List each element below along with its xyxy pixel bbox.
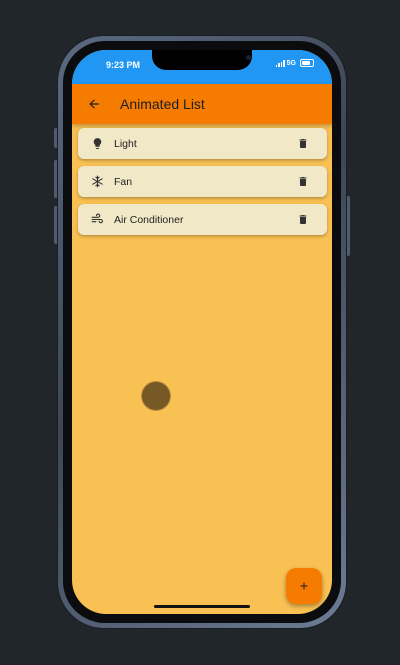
snowflake-icon xyxy=(89,174,105,190)
plus-icon xyxy=(300,582,308,590)
list-item-fan[interactable]: Fan xyxy=(78,166,327,197)
network-label: 5G xyxy=(286,59,296,67)
lightbulb-icon xyxy=(89,136,105,152)
add-item-button[interactable] xyxy=(286,568,322,604)
arrow-back-icon xyxy=(89,99,99,109)
trash-icon xyxy=(299,177,307,186)
list-item-label: Air Conditioner xyxy=(114,213,184,226)
list-item-air-conditioner[interactable]: Air Conditioner xyxy=(78,204,327,235)
camera-notch xyxy=(152,50,252,70)
home-indicator xyxy=(154,605,250,608)
delete-button[interactable] xyxy=(295,174,311,190)
side-button-right xyxy=(346,196,350,256)
trash-icon xyxy=(299,215,307,224)
trash-icon xyxy=(299,139,307,148)
back-button[interactable] xyxy=(84,94,104,114)
page-title: Animated List xyxy=(120,96,205,112)
status-indicators: 5G xyxy=(275,59,314,67)
camera-icon xyxy=(246,55,251,60)
list-item-label: Light xyxy=(114,137,137,150)
battery-icon xyxy=(300,59,314,67)
app-bar: Animated List xyxy=(72,84,332,124)
signal-icon xyxy=(275,59,285,67)
app-screen: 9:23 PM 5G Animated List Light Fan Air C… xyxy=(72,50,332,614)
list-item-label: Fan xyxy=(114,175,133,188)
delete-button[interactable] xyxy=(295,136,311,152)
item-list: Light Fan Air Conditioner xyxy=(78,128,327,242)
stage: 9:23 PM 5G Animated List Light Fan Air C… xyxy=(0,0,400,665)
status-time: 9:23 PM xyxy=(106,60,141,70)
status-bar: 9:23 PM 5G xyxy=(72,50,332,84)
list-item-light[interactable]: Light xyxy=(78,128,327,159)
phone-frame: 9:23 PM 5G Animated List Light Fan Air C… xyxy=(58,36,346,628)
delete-button[interactable] xyxy=(295,212,311,228)
touch-indicator xyxy=(142,382,170,410)
air-flow-icon xyxy=(89,212,105,228)
